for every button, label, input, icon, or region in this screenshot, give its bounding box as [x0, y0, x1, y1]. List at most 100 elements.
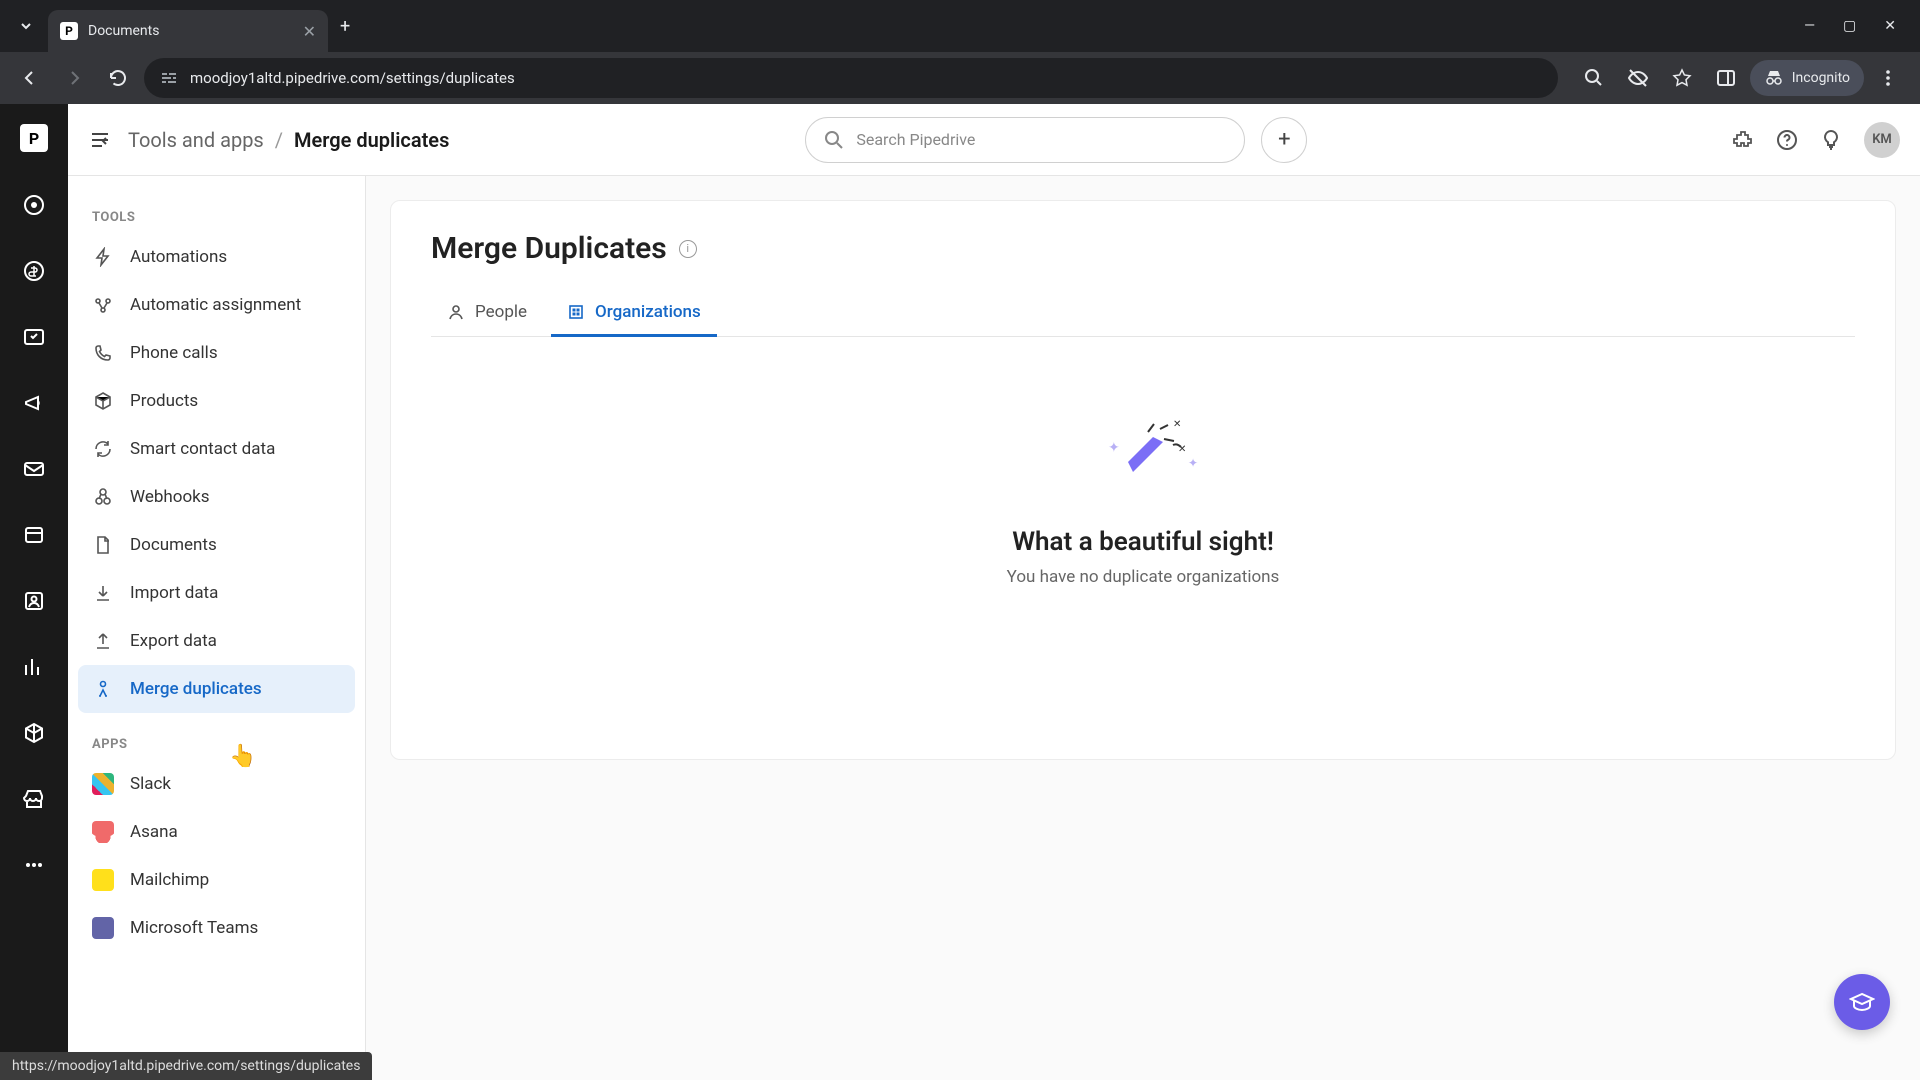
browser-back-button[interactable] — [12, 60, 48, 96]
rail-item-leads[interactable] — [21, 192, 47, 218]
sidebar-item-label: Documents — [130, 535, 217, 555]
window-maximize-button[interactable]: ▢ — [1843, 18, 1856, 34]
extensions-icon[interactable] — [1732, 129, 1754, 151]
sidebar-item-label: Mailchimp — [130, 870, 209, 890]
sidebar-item-products[interactable]: Products — [78, 377, 355, 425]
tips-icon[interactable] — [1820, 129, 1842, 151]
browser-url-text: moodjoy1altd.pipedrive.com/settings/dupl… — [190, 69, 515, 87]
merge-duplicates-panel: Merge Duplicates i People Organizations — [390, 200, 1896, 760]
global-search-input[interactable]: Search Pipedrive — [805, 117, 1245, 163]
rail-item-campaigns[interactable] — [21, 390, 47, 416]
window-controls: — ▢ ✕ — [1804, 18, 1912, 34]
browser-status-bar: https://moodjoy1altd.pipedrive.com/setti… — [0, 1052, 372, 1080]
sidebar-item-automations[interactable]: Automations — [78, 233, 355, 281]
sidebar-item-microsoft-teams[interactable]: Microsoft Teams — [78, 904, 355, 952]
window-minimize-button[interactable]: — — [1804, 18, 1815, 34]
entity-tabs: People Organizations — [431, 290, 1855, 337]
new-tab-button[interactable]: + — [340, 16, 350, 37]
settings-sidebar: TOOLS Automations Automatic assignment P… — [68, 176, 366, 1080]
rail-item-insights[interactable] — [21, 654, 47, 680]
browser-sidepanel-icon[interactable] — [1706, 58, 1746, 98]
incognito-icon — [1764, 68, 1784, 88]
mailchimp-icon — [92, 869, 114, 891]
tab-label: People — [475, 302, 527, 322]
tab-people[interactable]: People — [431, 290, 543, 337]
rail-item-more[interactable] — [21, 852, 47, 878]
sidebar-item-phone-calls[interactable]: Phone calls — [78, 329, 355, 377]
sidebar-item-label: Automatic assignment — [130, 295, 301, 315]
sidebar-item-label: Phone calls — [130, 343, 218, 363]
browser-toolbar: moodjoy1altd.pipedrive.com/settings/dupl… — [0, 52, 1920, 104]
search-placeholder: Search Pipedrive — [856, 130, 975, 149]
breadcrumb-separator: / — [275, 128, 283, 152]
sidebar-item-webhooks[interactable]: Webhooks — [78, 473, 355, 521]
svg-text:✦: ✦ — [1108, 440, 1120, 456]
rail-item-deals[interactable] — [21, 258, 47, 284]
browser-address-bar[interactable]: moodjoy1altd.pipedrive.com/settings/dupl… — [144, 58, 1558, 98]
import-icon — [92, 582, 114, 604]
sidebar-item-import-data[interactable]: Import data — [78, 569, 355, 617]
sidebar-item-label: Automations — [130, 247, 227, 267]
browser-menu-button[interactable] — [1868, 58, 1908, 98]
tab-title: Documents — [88, 23, 293, 39]
tab-close-button[interactable]: ✕ — [303, 22, 316, 41]
sidebar-item-automatic-assignment[interactable]: Automatic assignment — [78, 281, 355, 329]
empty-state-illustration: ✦ ✦ ✕ ✕ — [1078, 407, 1208, 497]
page-title: Merge Duplicates — [431, 231, 667, 266]
sidebar-item-mailchimp[interactable]: Mailchimp — [78, 856, 355, 904]
help-fab-button[interactable] — [1834, 974, 1890, 1030]
slack-icon — [92, 773, 114, 795]
browser-tab-strip: P Documents ✕ + — ▢ ✕ — [0, 0, 1920, 52]
sidebar-item-documents[interactable]: Documents — [78, 521, 355, 569]
tab-search-dropdown[interactable] — [8, 8, 44, 44]
user-avatar[interactable]: KM — [1864, 122, 1900, 158]
browser-forward-button[interactable] — [56, 60, 92, 96]
sidebar-item-label: Products — [130, 391, 198, 411]
svg-text:✦: ✦ — [1188, 456, 1198, 470]
sidebar-toggle-button[interactable] — [88, 128, 112, 152]
window-close-button[interactable]: ✕ — [1884, 18, 1896, 34]
app-topbar: Tools and apps / Merge duplicates Search… — [68, 104, 1920, 176]
incognito-indicator[interactable]: Incognito — [1750, 60, 1864, 96]
sidebar-item-label: Asana — [130, 822, 178, 842]
breadcrumb-root[interactable]: Tools and apps — [128, 128, 264, 152]
sidebar-item-label: Merge duplicates — [130, 679, 262, 699]
merge-icon — [92, 678, 114, 700]
sidebar-item-label: Export data — [130, 631, 217, 651]
site-settings-icon[interactable] — [160, 69, 178, 87]
tab-favicon: P — [60, 22, 78, 40]
asana-icon — [92, 821, 114, 843]
sidebar-item-asana[interactable]: Asana — [78, 808, 355, 856]
webhooks-icon — [92, 486, 114, 508]
main-content: Merge Duplicates i People Organizations — [366, 176, 1920, 1080]
browser-zoom-icon[interactable] — [1574, 58, 1614, 98]
empty-state-subtitle: You have no duplicate organizations — [1007, 567, 1280, 587]
rail-item-contacts[interactable] — [21, 588, 47, 614]
browser-tab[interactable]: P Documents ✕ — [48, 10, 328, 52]
sidebar-item-slack[interactable]: Slack — [78, 760, 355, 808]
rail-item-marketplace[interactable] — [21, 786, 47, 812]
rail-item-activities[interactable] — [21, 522, 47, 548]
help-icon[interactable] — [1776, 129, 1798, 151]
rail-item-products[interactable] — [21, 720, 47, 746]
tab-organizations[interactable]: Organizations — [551, 290, 717, 337]
sidebar-item-export-data[interactable]: Export data — [78, 617, 355, 665]
sidebar-item-smart-contact-data[interactable]: Smart contact data — [78, 425, 355, 473]
browser-reload-button[interactable] — [100, 60, 136, 96]
sidebar-section-apps: APPS — [78, 727, 355, 760]
quick-add-button[interactable]: + — [1261, 117, 1307, 163]
sidebar-item-label: Slack — [130, 774, 171, 794]
info-icon[interactable]: i — [679, 240, 697, 258]
person-icon — [447, 303, 465, 321]
rail-item-mail[interactable] — [21, 456, 47, 482]
tab-label: Organizations — [595, 302, 701, 322]
sidebar-item-merge-duplicates[interactable]: Merge duplicates — [78, 665, 355, 713]
automations-icon — [92, 246, 114, 268]
browser-tracking-icon[interactable] — [1618, 58, 1658, 98]
breadcrumb: Tools and apps / Merge duplicates — [128, 128, 449, 152]
browser-bookmark-icon[interactable] — [1662, 58, 1702, 98]
rail-item-projects[interactable] — [21, 324, 47, 350]
sidebar-item-label: Import data — [130, 583, 218, 603]
app-logo[interactable]: P — [20, 124, 48, 152]
phone-icon — [92, 342, 114, 364]
